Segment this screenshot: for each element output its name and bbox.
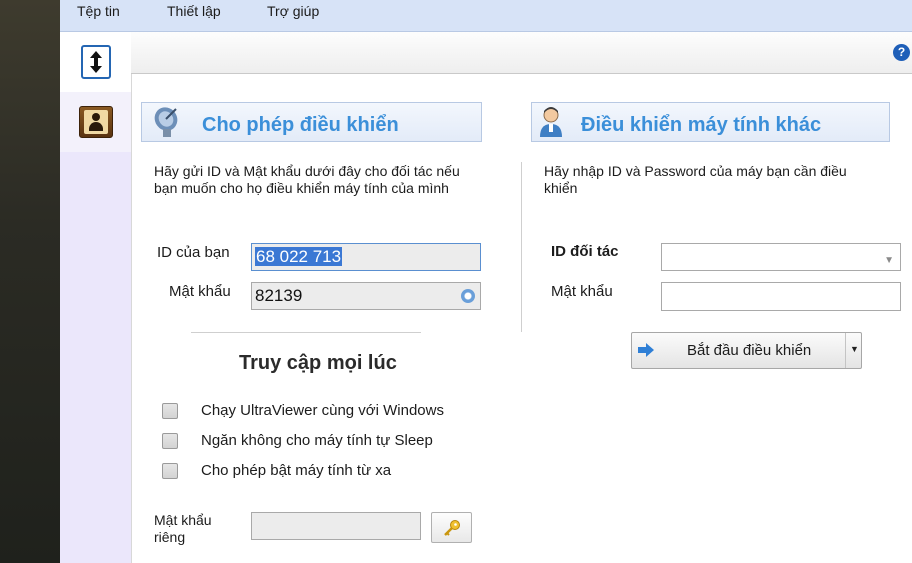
option-label: Chạy UltraViewer cùng với Windows: [201, 402, 444, 419]
checkbox[interactable]: [162, 463, 178, 479]
chevron-down-icon[interactable]: ▼: [884, 248, 894, 274]
checkbox[interactable]: [162, 403, 178, 419]
partner-id-label: ID đối tác: [551, 243, 619, 260]
private-password-field[interactable]: [251, 512, 421, 540]
start-control-label: Bắt đầu điều khiển: [687, 342, 812, 359]
your-id-label: ID của bạn: [157, 244, 230, 261]
your-password-value: 82139: [255, 286, 303, 305]
your-id-field[interactable]: 68 022 713: [251, 243, 481, 271]
address-book-icon: [78, 106, 113, 138]
help-icon[interactable]: ?: [893, 44, 910, 61]
option-label: Ngăn không cho máy tính tự Sleep: [201, 432, 433, 449]
menu-file[interactable]: Tệp tin: [77, 3, 120, 19]
user-icon: [540, 107, 562, 137]
refresh-icon[interactable]: [461, 289, 475, 303]
sidebar: [60, 32, 131, 563]
toolbar: ?: [131, 32, 912, 74]
main-panel: Cho phép điều khiển Điều khiển máy tính …: [131, 74, 912, 563]
allow-control-description: Hãy gửi ID và Mật khẩu dưới đây cho đối …: [154, 163, 460, 196]
menubar: Tệp tin Thiết lập Trợ giúp: [60, 0, 912, 32]
horizontal-divider: [191, 332, 421, 333]
set-password-button[interactable]: [431, 512, 472, 543]
option-label: Cho phép bật máy tính từ xa: [201, 462, 392, 479]
vertical-divider: [521, 162, 522, 332]
control-remote-description: Hãy nhập ID và Password của máy bạn cần …: [544, 163, 847, 196]
checkbox[interactable]: [162, 433, 178, 449]
your-password-field[interactable]: 82139: [251, 282, 481, 310]
menu-help[interactable]: Trợ giúp: [267, 3, 319, 19]
start-control-main[interactable]: Bắt đầu điều khiển: [632, 333, 845, 368]
satellite-dish-icon: [154, 107, 178, 137]
partner-id-combobox[interactable]: ▼: [661, 243, 901, 271]
allow-control-title: Cho phép điều khiển: [202, 114, 399, 136]
caret-down-icon: ▼: [850, 344, 859, 354]
start-control-dropdown[interactable]: ▼: [845, 333, 861, 368]
your-password-label: Mật khẩu: [169, 283, 231, 300]
allow-control-header: Cho phép điều khiển: [141, 102, 482, 142]
key-icon: [443, 519, 460, 536]
unattended-access-title: Truy cập mọi lúc: [239, 352, 397, 374]
start-control-button[interactable]: Bắt đầu điều khiển ▼: [631, 332, 862, 369]
control-remote-header: Điều khiển máy tính khác: [531, 102, 890, 142]
private-password-label: Mật khẩu riêng: [154, 512, 212, 545]
arrow-right-icon: [638, 343, 654, 357]
desktop-background: [0, 0, 60, 563]
sidebar-item-contacts[interactable]: [60, 92, 131, 152]
partner-password-field[interactable]: [661, 282, 901, 311]
sidebar-item-connect[interactable]: [60, 32, 131, 92]
control-remote-title: Điều khiển máy tính khác: [581, 114, 822, 136]
your-id-value: 68 022 713: [255, 247, 343, 266]
connect-arrows-icon: [80, 45, 111, 79]
menu-settings[interactable]: Thiết lập: [167, 3, 221, 19]
partner-password-label: Mật khẩu: [551, 283, 613, 300]
